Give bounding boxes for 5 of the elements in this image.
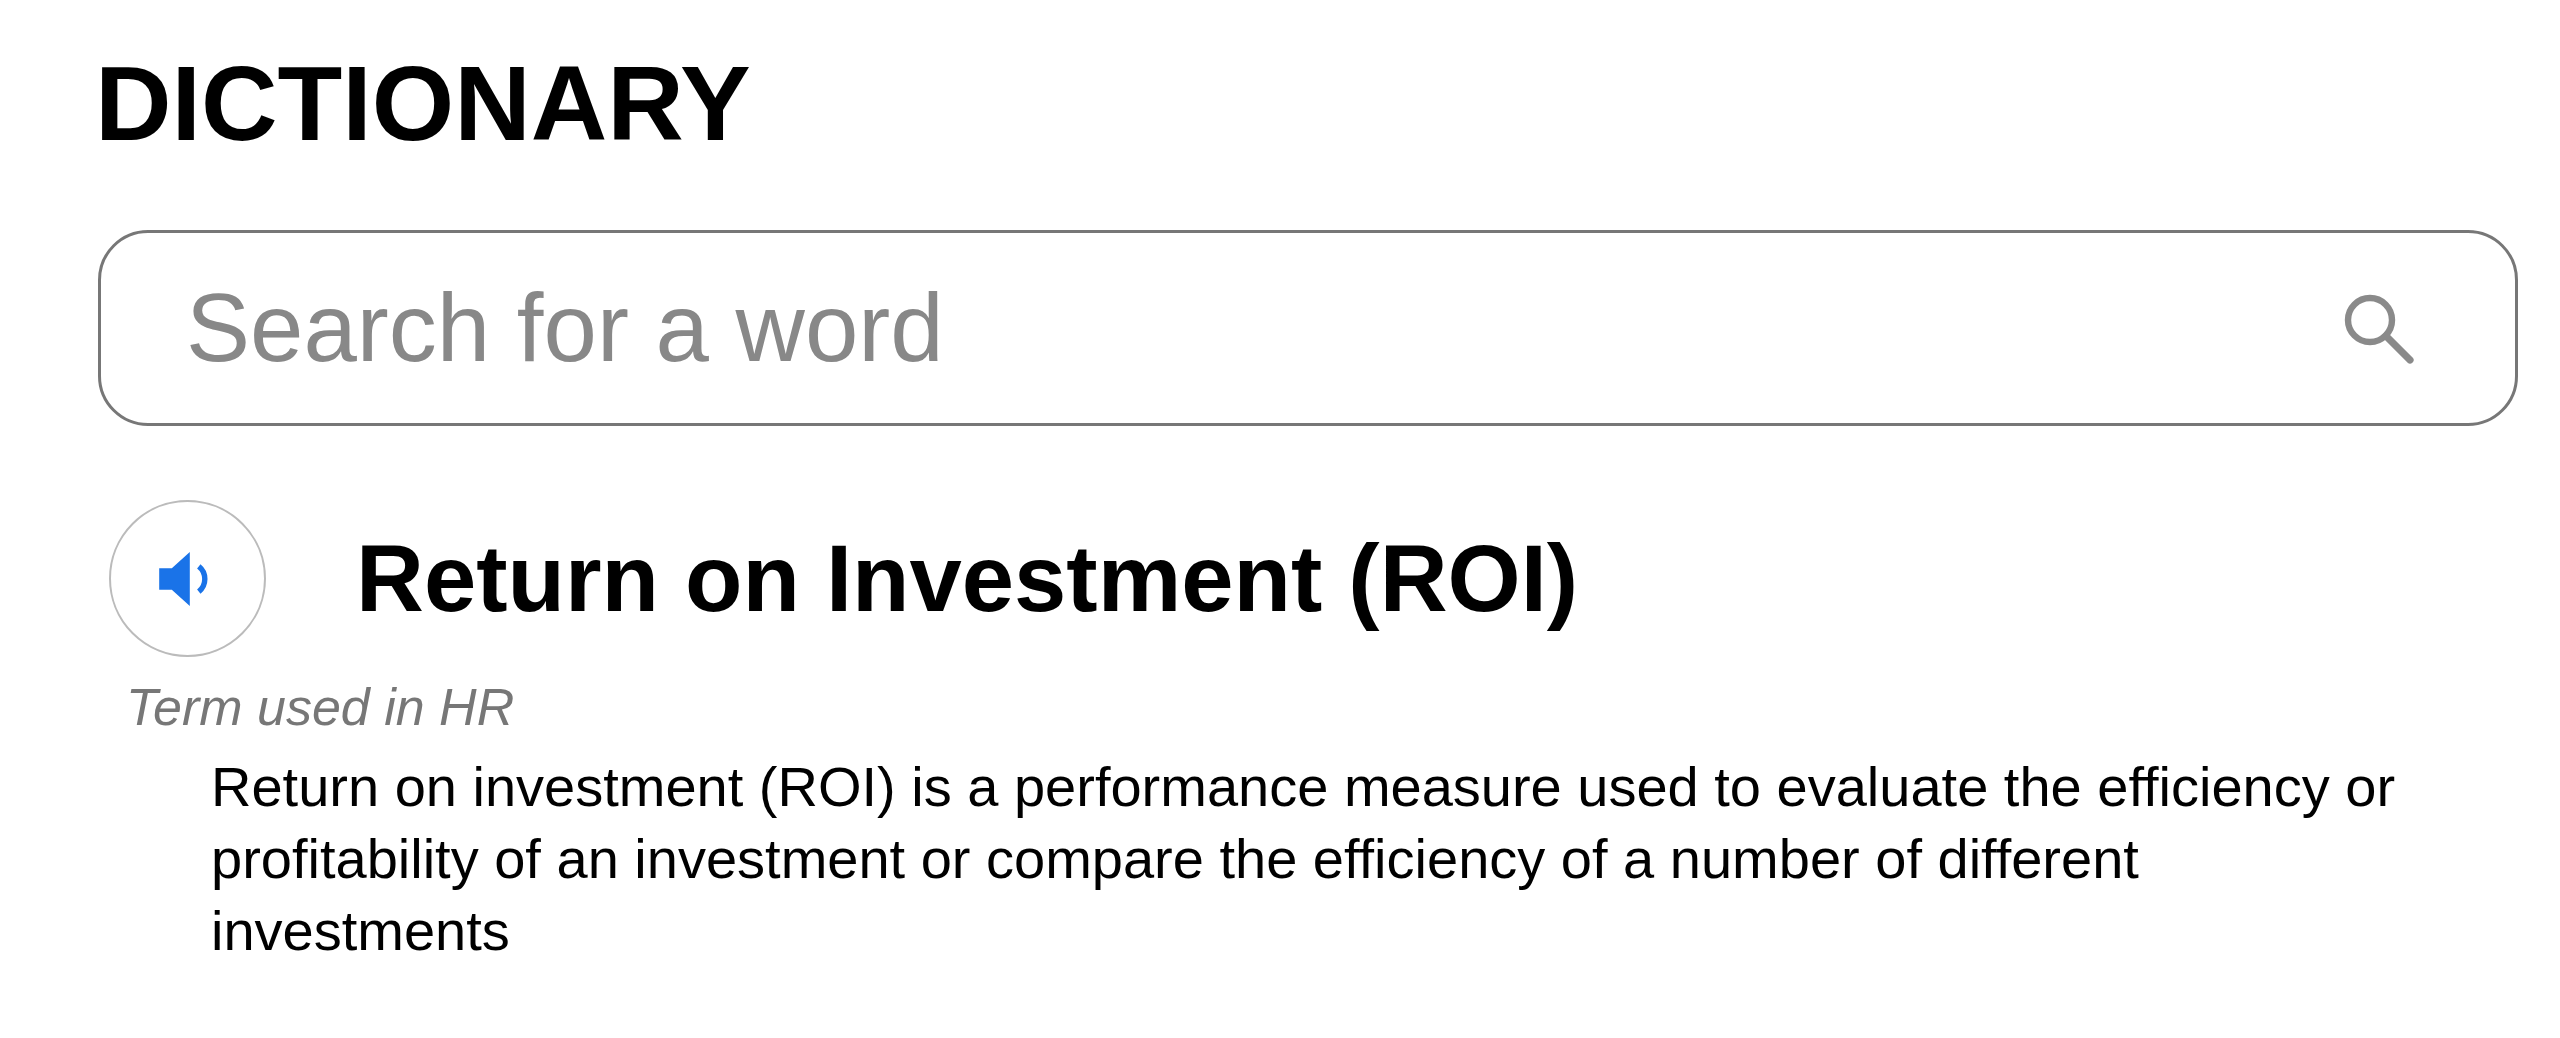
usage-note: Term used in HR (126, 677, 516, 738)
page-title: DICTIONARY (95, 43, 752, 164)
search-field[interactable]: Search for a word (98, 230, 2518, 427)
definition-text: Return on investment (ROI) is a performance measure used to evaluate the efficiency or profitability of an investment or compare the efficiency of a number of different investments (211, 754, 2397, 965)
term-heading: Return on Investment (ROI) (356, 524, 1579, 633)
